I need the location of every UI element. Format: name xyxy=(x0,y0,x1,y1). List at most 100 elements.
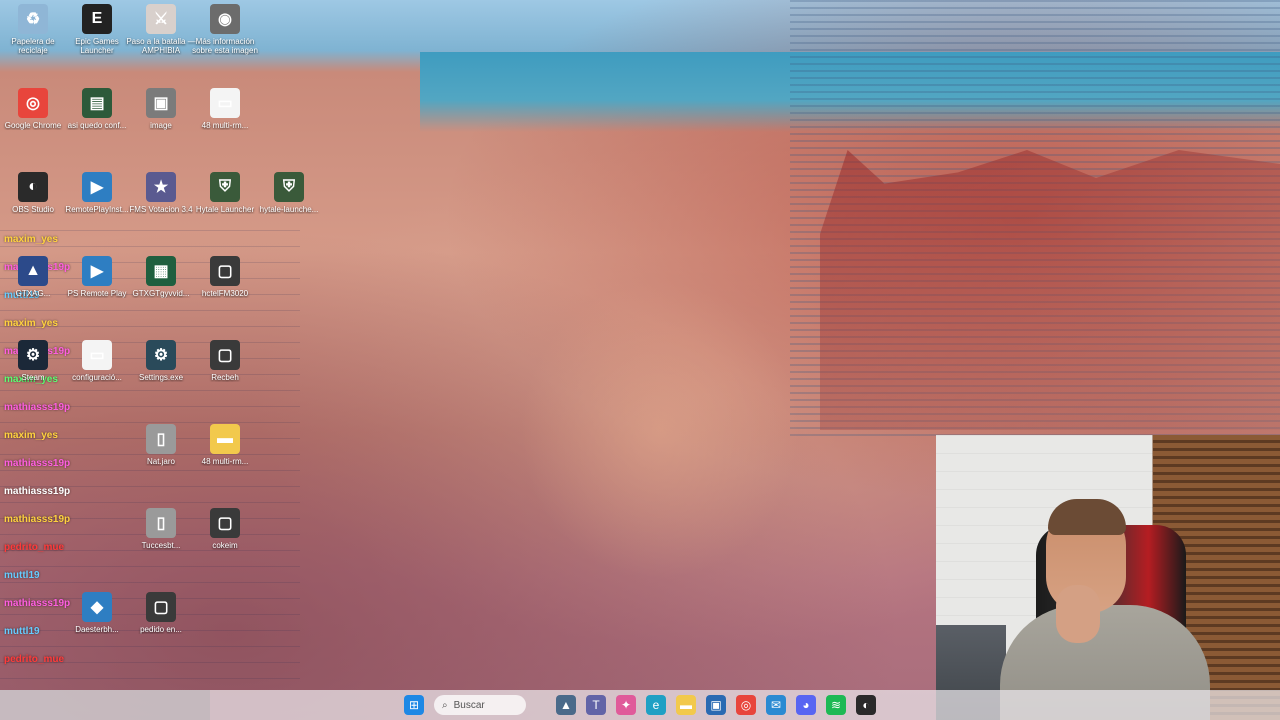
desktop-icon[interactable]: ⛨ hytale-launche... xyxy=(252,172,326,234)
store-icon: ▣ xyxy=(710,698,722,712)
edge-icon: e xyxy=(652,698,660,712)
chat-username: maxim_yes xyxy=(4,318,58,329)
remote-play-icon: ▶ xyxy=(82,172,112,202)
spotify-button[interactable]: ≋ xyxy=(826,695,846,715)
recycle-bin-icon: ♻ xyxy=(18,4,48,34)
settings-icon: ⚙ xyxy=(146,340,176,370)
desktop-icon-label: configuració... xyxy=(72,373,122,382)
folder-icon: ▬ xyxy=(210,424,240,454)
text-file-icon: ▭ xyxy=(210,88,240,118)
desktop-icon-label: cokeim xyxy=(212,541,238,550)
desktop-icon-label: Tuccesbt... xyxy=(141,541,181,550)
desktop-icon-label: GTXGTgyvvid... xyxy=(132,289,190,298)
chrome-button[interactable]: ◎ xyxy=(736,695,756,715)
chat-username: muttl19 xyxy=(4,570,40,581)
chat-username: maxim_yes xyxy=(4,430,58,441)
ps-remote-play-icon: ▶ xyxy=(82,256,112,286)
search-box[interactable]: ⌕ Buscar xyxy=(434,695,526,715)
webcam-person-hair xyxy=(1048,499,1126,535)
info-camera-icon: ◉ xyxy=(210,4,240,34)
chrome-icon: ◎ xyxy=(18,88,48,118)
widgets-button[interactable]: ▲ xyxy=(556,695,576,715)
desktop-icon-label: hctelFM3020 xyxy=(201,289,249,298)
edge-button[interactable]: e xyxy=(646,695,666,715)
desktop-icon[interactable]: ▢ cokeim xyxy=(188,508,262,570)
desktop-icon[interactable]: ◆ Daesterbh... xyxy=(60,592,134,654)
taskbar-apps: ▲ T ✦ e ▬ ▣ ◎ ✉ ◕ ≋ ◐ xyxy=(556,695,876,715)
desktop-icon[interactable]: ⚙ Settings.exe xyxy=(124,340,198,402)
desktop-icon[interactable]: ▢ Recbeh xyxy=(188,340,262,402)
chat-username: mathiasss19p xyxy=(4,514,71,525)
discord-icon: ◕ xyxy=(802,698,810,712)
epic-games-icon: E xyxy=(82,4,112,34)
mail-icon: ✉ xyxy=(770,698,782,712)
webcam-feed xyxy=(936,435,1280,720)
mail-button[interactable]: ✉ xyxy=(766,695,786,715)
explorer-button[interactable]: ▬ xyxy=(676,695,696,715)
desktop-icon[interactable]: ★ FMS Votacion 3.4 xyxy=(124,172,198,234)
desktop-icon-label: Recbeh xyxy=(211,373,239,382)
discord-button[interactable]: ◕ xyxy=(796,695,816,715)
obs-button[interactable]: ◐ xyxy=(856,695,876,715)
chat-username: mathiasss19p xyxy=(4,458,71,469)
desktop-icon-label: image xyxy=(150,121,172,130)
desktop-icon[interactable]: ▭ 48 multi-rm... xyxy=(188,88,262,150)
desktop-icon[interactable]: E Epic Games Launcher xyxy=(60,4,134,66)
webcam-person-hand xyxy=(1056,585,1100,643)
desktop-wallpaper: maxim_yes mathiasss19p muttl19 maxim_yesmat… xyxy=(0,0,1280,720)
desktop-icon-label: Settings.exe xyxy=(138,373,184,382)
teams-button[interactable]: T xyxy=(586,695,606,715)
desktop-icon-label: PS Remote Play xyxy=(67,289,127,298)
desktop-icon[interactable]: ▣ image xyxy=(124,88,198,150)
game-icon: ▲ xyxy=(18,256,48,286)
obs-icon: ◐ xyxy=(862,698,870,712)
file-icon: ▯ xyxy=(146,424,176,454)
chat-username: pedrito_mue xyxy=(4,654,65,665)
desktop-icon-label: pedido en... xyxy=(140,625,182,634)
window-icon: ▢ xyxy=(210,508,240,538)
desktop-icon-label: Más información sobre esta imagen xyxy=(192,37,258,55)
start-button[interactable]: ⊞ xyxy=(404,695,424,715)
copilot-icon: ✦ xyxy=(620,698,632,712)
copilot-button[interactable]: ✦ xyxy=(616,695,636,715)
hytale-installer-icon: ⛨ xyxy=(274,172,304,202)
desktop-icon[interactable]: ⛨ Hytale Launcher xyxy=(188,172,262,234)
search-icon: ⌕ xyxy=(442,699,448,711)
desktop-icon[interactable]: ▢ pedido en... xyxy=(124,592,198,654)
desktop-icon[interactable]: ▬ 48 multi-rm... xyxy=(188,424,262,486)
game-shortcut-icon: ⚔ xyxy=(146,4,176,34)
desktop-icon[interactable]: ▶ PS Remote Play xyxy=(60,256,134,318)
desktop-icon[interactable]: ▶ RemotePlayInst... xyxy=(60,172,134,234)
desktop-icon-label: FMS Votacion 3.4 xyxy=(129,205,193,214)
desktop-icon[interactable]: ◉ Más información sobre esta imagen xyxy=(188,4,262,66)
desktop-icon-label: 48 multi-rm... xyxy=(201,457,249,466)
desktop-icon[interactable]: ▦ GTXGTgyvvid... xyxy=(124,256,198,318)
desktop-icon-label: RemotePlayInst... xyxy=(65,205,129,214)
program-icon: ▦ xyxy=(146,256,176,286)
store-button[interactable]: ▣ xyxy=(706,695,726,715)
file-icon: ▯ xyxy=(146,508,176,538)
chat-username: mathiasss19p xyxy=(4,486,71,497)
desktop-icon[interactable]: ▤ asi quedo conf... xyxy=(60,88,134,150)
windows-icon: ⊞ xyxy=(408,698,420,712)
image-file-icon: ▣ xyxy=(146,88,176,118)
window-icon: ▢ xyxy=(146,592,176,622)
search-placeholder: Buscar xyxy=(453,699,485,711)
desktop-icon[interactable]: ▢ hctelFM3020 xyxy=(188,256,262,318)
text-file-icon: ▭ xyxy=(82,340,112,370)
chat-username: pedrito_mue xyxy=(4,542,65,553)
desktop-icon[interactable]: ▯ Nat.jaro xyxy=(124,424,198,486)
landscape-icon: ▲ xyxy=(560,698,572,712)
desktop-icon[interactable]: ▯ Tuccesbt... xyxy=(124,508,198,570)
desktop-icon[interactable]: ⚔ Paso a la batalla — AMPHIBIA xyxy=(124,4,198,66)
ghost-overlay xyxy=(520,280,800,580)
desktop-icon-label: hytale-launche... xyxy=(259,205,319,214)
document-icon: ▤ xyxy=(82,88,112,118)
obs-icon: ◐ xyxy=(18,172,48,202)
taskbar: ⊞ ⌕ Buscar ▲ T ✦ e ▬ ▣ ◎ ✉ ◕ ≋ ◐ xyxy=(0,690,1280,720)
desktop-icon[interactable]: ▭ configuració... xyxy=(60,340,134,402)
hytale-icon: ⛨ xyxy=(210,172,240,202)
window-icon: ▢ xyxy=(210,256,240,286)
desktop-icon-label: asi quedo conf... xyxy=(67,121,127,130)
desktop-icon-label: Epic Games Launcher xyxy=(75,37,119,55)
